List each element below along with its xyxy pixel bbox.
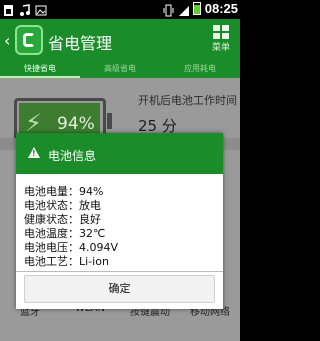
music-icon [19, 2, 30, 16]
battery-health-row: 健康状态：良好 [24, 213, 101, 226]
battery-status-row: 电池状态：放电 [24, 199, 101, 212]
battery-info-dialog: ! 电池信息 电池电量：94% 电池状态：放电 健康状态：良好 电池温度：32℃… [16, 133, 223, 309]
grid-icon [213, 25, 229, 39]
menu-label: 菜单 [211, 43, 230, 53]
battery-temperature-row: 电池温度：32℃ [24, 227, 106, 240]
battery-icon [192, 2, 201, 15]
divider [16, 271, 223, 272]
battery-voltage-row: 电池电压：4.094V [24, 241, 119, 254]
tab-app-usage[interactable]: 应用耗电 [160, 62, 240, 78]
remaining-time-label: 开机后电池工作时间 [138, 94, 237, 107]
app-bar: ‹ 省电管理 菜单 [0, 19, 240, 62]
battery-info-list: 电池电量：94% 电池状态：放电 健康状态：良好 电池温度：32℃ 电池电压：4… [24, 185, 118, 269]
battery-level-row: 电池电量：94% [24, 185, 104, 198]
ok-button[interactable]: 确定 [24, 275, 215, 303]
vibrate-icon [163, 2, 174, 17]
tab-bar: 快捷省电 高级省电 应用耗电 [0, 62, 240, 78]
back-icon[interactable]: ‹ [4, 31, 10, 50]
sim-icon [3, 2, 14, 16]
tab-advanced-save[interactable]: 高级省电 [80, 62, 160, 78]
dialog-title: 电池信息 [48, 149, 97, 163]
tab-quick-save[interactable]: 快捷省电 [0, 62, 80, 78]
page-title: 省电管理 [48, 34, 113, 53]
clock: 08:25 [204, 1, 238, 16]
image-icon [35, 2, 47, 16]
signal-icon [178, 2, 189, 16]
app-logo[interactable] [15, 25, 43, 55]
battery-technology-row: 电池工艺：Li-ion [24, 255, 109, 268]
menu-button[interactable]: 菜单 [208, 25, 234, 53]
battery-percent: 94% [57, 114, 95, 134]
status-bar: 08:25 [0, 0, 240, 19]
